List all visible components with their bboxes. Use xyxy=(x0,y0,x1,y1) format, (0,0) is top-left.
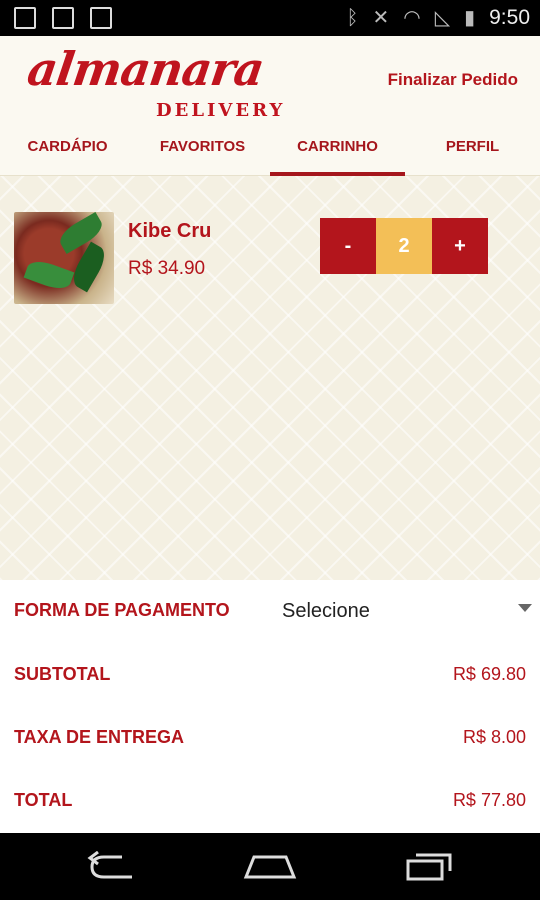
total-value: R$ 77.80 xyxy=(452,790,526,810)
logo-subtitle: DELIVERY xyxy=(156,100,286,121)
status-time: 9:50 xyxy=(489,6,530,29)
delivery-fee-label: TAXA DE ENTREGA xyxy=(14,727,185,747)
finalize-order-button[interactable]: Finalizar Pedido xyxy=(388,70,518,90)
back-icon[interactable] xyxy=(82,851,142,883)
battery-icon: ▮ xyxy=(464,7,476,29)
cart-content: Kibe Cru R$ 34.90 - 2 + xyxy=(0,176,540,580)
payment-method-label: FORMA DE PAGAMENTO xyxy=(14,600,230,620)
almanara-logo: almanara DELIVERY xyxy=(24,42,282,128)
item-price: R$ 34.90 xyxy=(128,258,206,279)
home-icon[interactable] xyxy=(240,851,300,883)
cart-item: Kibe Cru R$ 34.90 - 2 + xyxy=(14,212,526,304)
tab-favoritos[interactable]: FAVORITOS xyxy=(135,132,270,176)
subtotal-value: R$ 69.80 xyxy=(452,664,526,684)
wifi-icon: ◠ xyxy=(403,7,421,29)
mint-leaf-decoration xyxy=(23,256,75,294)
tab-cardapio[interactable]: CARDÁPIO xyxy=(0,132,135,176)
dropdown-arrow-icon[interactable] xyxy=(518,604,532,612)
bluetooth-icon: ᛒ xyxy=(346,7,359,29)
subtotal-label: SUBTOTAL xyxy=(14,664,111,684)
product-thumbnail xyxy=(14,212,114,304)
download-icon xyxy=(14,7,36,29)
image-icon xyxy=(52,7,74,29)
subtotal-row: SUBTOTAL R$ 69.80 xyxy=(0,644,540,706)
mute-icon: ✕ xyxy=(372,7,390,29)
system-icons: ᛒ ✕ ◠ ◺ ▮ 9:50 xyxy=(347,6,531,30)
delivery-fee-row: TAXA DE ENTREGA R$ 8.00 xyxy=(0,707,540,769)
order-summary: FORMA DE PAGAMENTO Selecione SUBTOTAL R$… xyxy=(0,580,540,833)
total-row: TOTAL R$ 77.80 xyxy=(0,770,540,832)
tab-carrinho[interactable]: CARRINHO xyxy=(270,132,405,176)
decrease-quantity-button[interactable]: - xyxy=(320,218,376,274)
payment-method-row[interactable]: FORMA DE PAGAMENTO Selecione xyxy=(0,580,540,642)
total-label: TOTAL xyxy=(14,790,73,810)
logo-wordmark: almanara xyxy=(24,42,267,96)
delivery-fee-value: R$ 8.00 xyxy=(462,727,526,747)
quantity-value: 2 xyxy=(376,218,432,274)
quantity-stepper: - 2 + xyxy=(320,218,488,274)
navigation-bar xyxy=(0,833,540,900)
item-name: Kibe Cru xyxy=(128,220,212,242)
tab-perfil[interactable]: PERFIL xyxy=(405,132,540,176)
app-header: almanara DELIVERY Finalizar Pedido CARDÁ… xyxy=(0,36,540,176)
payment-method-select[interactable]: Selecione xyxy=(282,600,370,623)
recent-apps-icon[interactable] xyxy=(400,851,460,883)
status-bar: ᛒ ✕ ◠ ◺ ▮ 9:50 xyxy=(0,0,540,36)
increase-quantity-button[interactable]: + xyxy=(432,218,488,274)
notification-icons xyxy=(14,7,112,29)
signal-icon: ◺ xyxy=(434,7,451,29)
tab-bar: CARDÁPIO FAVORITOS CARRINHO PERFIL xyxy=(0,132,540,176)
barcode-icon xyxy=(90,7,112,29)
